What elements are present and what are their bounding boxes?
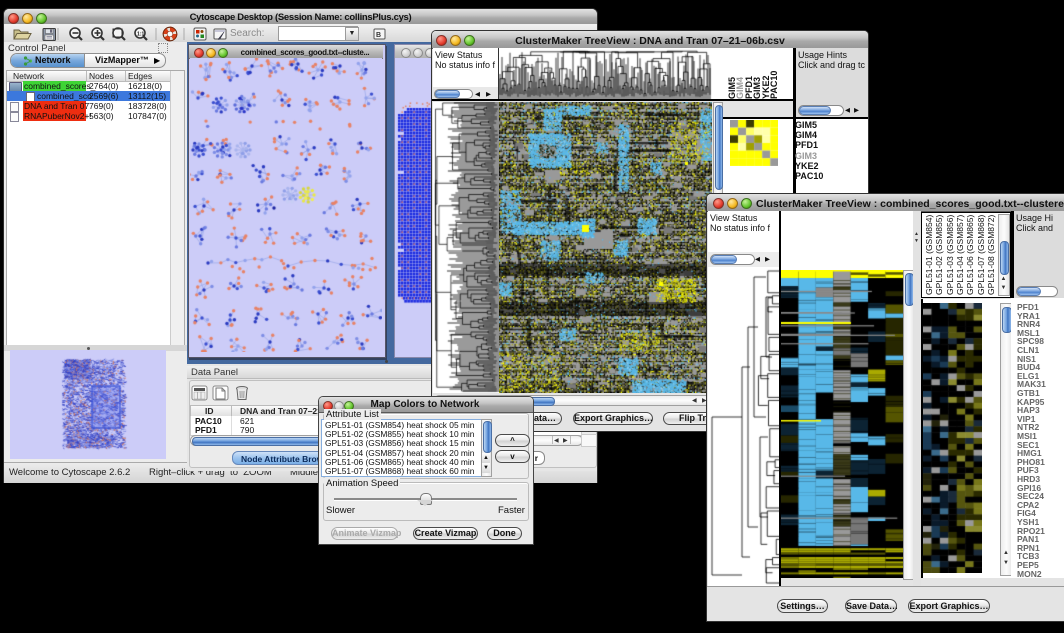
svg-text:1:1: 1:1 xyxy=(137,32,144,38)
svg-text:B: B xyxy=(376,32,381,39)
